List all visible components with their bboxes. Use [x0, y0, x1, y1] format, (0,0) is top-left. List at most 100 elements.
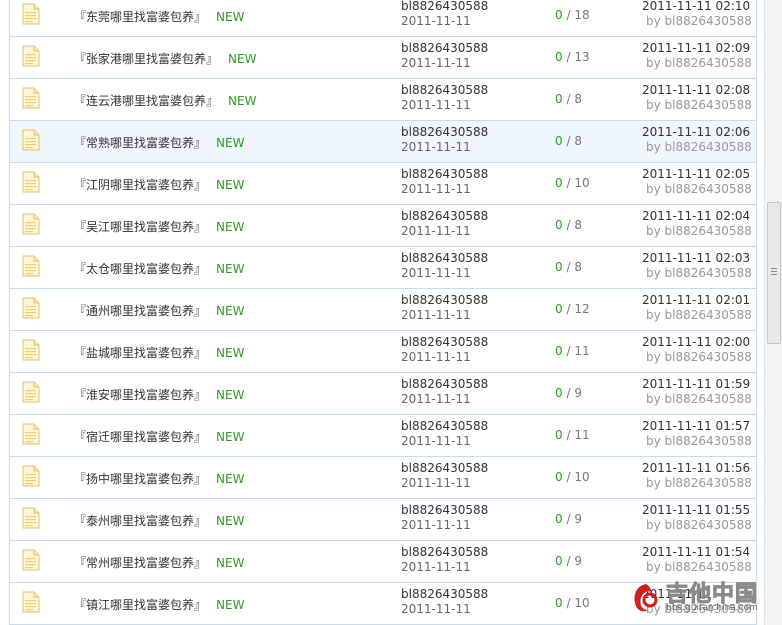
last-post-author[interactable]: by bl8826430588 [646, 560, 752, 575]
author-link[interactable]: bl8826430588 [401, 0, 488, 14]
thread-title-link[interactable]: 『吴江哪里找富婆包养』 [74, 220, 206, 234]
last-post-author[interactable]: by bl8826430588 [646, 140, 752, 155]
last-post-author[interactable]: by bl8826430588 [646, 350, 752, 365]
author-link[interactable]: bl8826430588 [401, 545, 488, 560]
reply-count: 0 [555, 92, 563, 106]
author-link[interactable]: bl8826430588 [401, 587, 488, 602]
author-link[interactable]: bl8826430588 [401, 167, 488, 182]
thread-title-link[interactable]: 『通州哪里找富婆包养』 [74, 304, 206, 318]
author-link[interactable]: bl8826430588 [401, 41, 488, 56]
last-post-author[interactable]: by bl8826430588 [646, 182, 752, 197]
thread-title-link[interactable]: 『泰州哪里找富婆包养』 [74, 514, 206, 528]
last-post-author[interactable]: by bl8826430588 [646, 56, 752, 71]
post-date: 2011-11-11 [401, 560, 471, 574]
author-link[interactable]: bl8826430588 [401, 125, 488, 140]
thread-title-link[interactable]: 『连云港哪里找富婆包养』 [74, 94, 218, 108]
thread-title-link[interactable]: 『东莞哪里找富婆包养』 [74, 10, 206, 24]
reply-count: 0 [555, 176, 563, 190]
reply-view-count: 0 / 9 [555, 554, 582, 568]
author-link[interactable]: bl8826430588 [401, 461, 488, 476]
last-post-time-link[interactable]: 2011-11-11 02:06 [642, 125, 752, 140]
author-link[interactable]: bl8826430588 [401, 293, 488, 308]
thread-title-link[interactable]: 『常州哪里找富婆包养』 [74, 556, 206, 570]
view-count: 18 [574, 8, 590, 22]
thread-title-link[interactable]: 『镇江哪里找富婆包养』 [74, 598, 206, 612]
reply-view-count: 0 / 9 [555, 386, 582, 400]
thread-title-link[interactable]: 『张家港哪里找富婆包养』 [74, 52, 218, 66]
author-link[interactable]: bl8826430588 [401, 419, 488, 434]
thread-title-link[interactable]: 『常熟哪里找富婆包养』 [74, 136, 206, 150]
post-date: 2011-11-11 [401, 182, 471, 196]
last-post-time-link[interactable]: 2011-11-11 02:10 [642, 0, 752, 14]
last-post-time-link[interactable]: 2011-11-11 02:04 [642, 209, 752, 224]
thread-row[interactable]: 『太仓哪里找富婆包养』 NEW bl8826430588 2011-11-11 0 / … [10, 247, 756, 289]
thread-row[interactable]: 『通州哪里找富婆包养』 NEW bl8826430588 2011-11-11 0 / … [10, 289, 756, 331]
author-link[interactable]: bl8826430588 [401, 209, 488, 224]
last-post-author[interactable]: by bl8826430588 [646, 434, 752, 449]
last-post-time-link[interactable]: 2011-11-11 02:08 [642, 83, 752, 98]
reply-count: 0 [555, 470, 563, 484]
last-post-time-link[interactable]: 2011-11-11 02:09 [642, 41, 752, 56]
post-date: 2011-11-11 [401, 56, 471, 70]
thread-row[interactable]: 『泰州哪里找富婆包养』 NEW bl8826430588 2011-11-11 0 / … [10, 499, 756, 541]
document-icon [21, 87, 41, 109]
reply-view-count: 0 / 8 [555, 260, 582, 274]
last-post-author[interactable]: by bl8826430588 [646, 14, 752, 29]
document-icon [21, 423, 41, 445]
document-icon [21, 381, 41, 403]
thread-row[interactable]: 『常熟哪里找富婆包养』 NEW bl8826430588 2011-11-11 0 / … [10, 121, 756, 163]
reply-view-count: 0 / 11 [555, 344, 590, 358]
last-post-time-link[interactable]: 2011-11-11 01:59 [642, 377, 752, 392]
reply-view-count: 0 / 13 [555, 50, 590, 64]
author-link[interactable]: bl8826430588 [401, 83, 488, 98]
thread-title-link[interactable]: 『盐城哪里找富婆包养』 [74, 346, 206, 360]
last-post-time-link[interactable]: 2011-11-11 01:57 [642, 419, 752, 434]
new-badge: NEW [228, 94, 257, 108]
last-post-time-link[interactable]: 2011-11-11 01:55 [642, 503, 752, 518]
thread-row[interactable]: 『吴江哪里找富婆包养』 NEW bl8826430588 2011-11-11 0 / … [10, 205, 756, 247]
last-post-time-link[interactable]: 2011-11-11 02:00 [642, 335, 752, 350]
thread-title-link[interactable]: 『江阴哪里找富婆包养』 [74, 178, 206, 192]
document-icon [21, 213, 41, 235]
scrollbar-grip-icon [771, 268, 777, 276]
author-link[interactable]: bl8826430588 [401, 251, 488, 266]
reply-view-count: 0 / 8 [555, 92, 582, 106]
view-count: 8 [574, 92, 582, 106]
thread-row[interactable]: 『江阴哪里找富婆包养』 NEW bl8826430588 2011-11-11 0 / … [10, 163, 756, 205]
last-post-time-link[interactable]: 2011-11-11 02:01 [642, 293, 752, 308]
thread-title-link[interactable]: 『宿迁哪里找富婆包养』 [74, 430, 206, 444]
thread-row[interactable]: 『连云港哪里找富婆包养』 NEW bl8826430588 2011-11-11 0 /… [10, 79, 756, 121]
reply-count: 0 [555, 8, 563, 22]
document-icon [21, 591, 41, 613]
last-post-author[interactable]: by bl8826430588 [646, 224, 752, 239]
thread-row[interactable]: 『淮安哪里找富婆包养』 NEW bl8826430588 2011-11-11 0 / … [10, 373, 756, 415]
last-post-author[interactable]: by bl8826430588 [646, 518, 752, 533]
view-count: 10 [574, 596, 590, 610]
last-post-time-link[interactable]: 2011-11-11 01:54 [642, 545, 752, 560]
thread-title-link[interactable]: 『淮安哪里找富婆包养』 [74, 388, 206, 402]
last-post-author[interactable]: by bl8826430588 [646, 392, 752, 407]
last-post-author[interactable]: by bl8826430588 [646, 266, 752, 281]
reply-view-count: 0 / 10 [555, 596, 590, 610]
new-badge: NEW [216, 136, 245, 150]
thread-row[interactable]: 『宿迁哪里找富婆包养』 NEW bl8826430588 2011-11-11 0 / … [10, 415, 756, 457]
thread-row[interactable]: 『张家港哪里找富婆包养』 NEW bl8826430588 2011-11-11 0 /… [10, 37, 756, 79]
last-post-author[interactable]: by bl8826430588 [646, 476, 752, 491]
author-link[interactable]: bl8826430588 [401, 503, 488, 518]
last-post-time-link[interactable]: 2011-11-11 02:05 [642, 167, 752, 182]
thread-title-link[interactable]: 『扬中哪里找富婆包养』 [74, 472, 206, 486]
scrollbar-thumb[interactable] [767, 202, 781, 344]
author-link[interactable]: bl8826430588 [401, 335, 488, 350]
thread-row[interactable]: 『扬中哪里找富婆包养』 NEW bl8826430588 2011-11-11 0 / … [10, 457, 756, 499]
last-post-time-link[interactable]: 2011-11-11 01:56 [642, 461, 752, 476]
thread-title-link[interactable]: 『太仓哪里找富婆包养』 [74, 262, 206, 276]
last-post-author[interactable]: by bl8826430588 [646, 98, 752, 113]
author-link[interactable]: bl8826430588 [401, 377, 488, 392]
reply-view-count: 0 / 11 [555, 428, 590, 442]
thread-row[interactable]: 『盐城哪里找富婆包养』 NEW bl8826430588 2011-11-11 0 / … [10, 331, 756, 373]
reply-count: 0 [555, 428, 563, 442]
last-post-author[interactable]: by bl8826430588 [646, 308, 752, 323]
last-post-time-link[interactable]: 2011-11-11 02:03 [642, 251, 752, 266]
thread-row[interactable]: 『东莞哪里找富婆包养』 NEW bl8826430588 2011-11-11 0 / … [10, 0, 756, 37]
vertical-scrollbar[interactable] [764, 0, 782, 625]
